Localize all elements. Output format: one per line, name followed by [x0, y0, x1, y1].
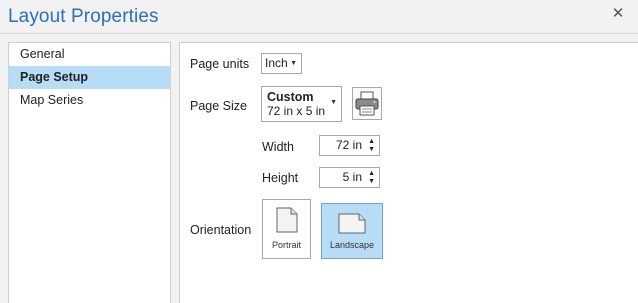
printer-button[interactable]: [352, 87, 382, 120]
width-value: 72 in: [335, 138, 362, 152]
height-value: 5 in: [342, 170, 362, 184]
page-units-select[interactable]: Inch ▼: [261, 53, 302, 74]
sidebar-item-map-series[interactable]: Map Series: [9, 89, 170, 112]
arrow-up-icon[interactable]: ▲: [368, 170, 375, 177]
chevron-down-icon: ▼: [330, 99, 337, 106]
close-icon[interactable]: ✕: [610, 6, 626, 22]
orientation-portrait-button[interactable]: Portrait: [262, 199, 311, 259]
page-size-dimensions: 72 in x 5 in: [267, 104, 326, 118]
width-stepper[interactable]: 72 in ▲ ▼: [319, 135, 380, 156]
width-label: Width: [262, 140, 294, 154]
sidebar-item-general[interactable]: General: [9, 43, 170, 66]
page-size-select[interactable]: Custom 72 in x 5 in ▼: [261, 86, 342, 122]
orientation-label: Orientation: [190, 223, 252, 237]
page-units-label: Page units: [190, 57, 250, 71]
page-units-value: Inch: [265, 56, 288, 70]
title-divider: [0, 33, 638, 34]
page-size-label: Page Size: [190, 99, 247, 113]
arrow-down-icon[interactable]: ▼: [368, 146, 375, 153]
page-setup-panel: Page units Inch ▼ Page Size Custom 72 in…: [179, 42, 638, 303]
landscape-label: Landscape: [329, 240, 375, 250]
height-label: Height: [262, 171, 299, 185]
height-stepper[interactable]: 5 in ▲ ▼: [319, 167, 380, 188]
orientation-landscape-button[interactable]: Landscape: [321, 203, 383, 259]
portrait-page-icon: [276, 207, 298, 233]
portrait-label: Portrait: [271, 240, 301, 250]
sidebar: General Page Setup Map Series: [8, 42, 171, 303]
arrow-down-icon[interactable]: ▼: [368, 178, 375, 185]
chevron-down-icon: ▼: [290, 60, 297, 67]
arrow-up-icon[interactable]: ▲: [368, 138, 375, 145]
printer-icon: [355, 91, 379, 116]
window-title: Layout Properties: [8, 6, 159, 27]
page-size-name: Custom: [267, 90, 314, 104]
sidebar-item-page-setup[interactable]: Page Setup: [9, 66, 170, 89]
landscape-page-icon: [338, 213, 366, 234]
